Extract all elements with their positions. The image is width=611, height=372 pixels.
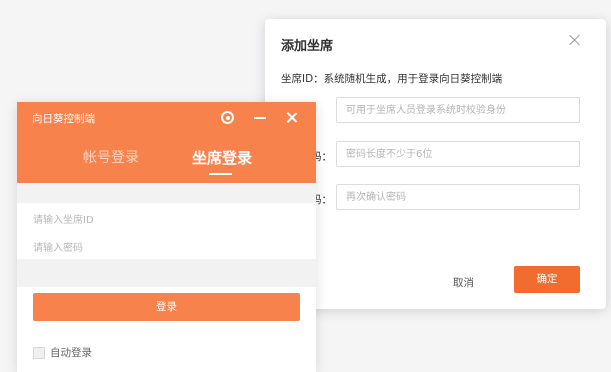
confirm-password-field[interactable]: 再次确认密码 xyxy=(336,184,580,210)
add-seat-dialog: 添加坐席 坐席ID：系统随机生成，用于登录向日葵控制端 可用于坐席人员登录系统时… xyxy=(265,19,606,309)
app-title: 向日葵控制端 xyxy=(32,113,95,125)
auto-login-checkbox[interactable] xyxy=(33,346,45,359)
login-header: 向日葵控制端 帐号登录 坐席登录 xyxy=(17,102,316,183)
gear-icon[interactable] xyxy=(221,111,234,124)
minimize-icon[interactable] xyxy=(254,111,266,124)
divider xyxy=(17,183,316,203)
login-button[interactable]: 登录 xyxy=(33,293,300,321)
seat-id-input[interactable]: 请输入坐席ID xyxy=(33,211,94,226)
identity-field[interactable]: 可用于坐席人员登录系统时校验身份 xyxy=(336,97,580,123)
login-window: 向日葵控制端 帐号登录 坐席登录 请输入坐席ID 请输入密码 登录 自动登录 xyxy=(17,102,316,372)
close-icon[interactable] xyxy=(568,33,582,47)
tab-seat-login[interactable]: 坐席登录 xyxy=(192,147,252,168)
dialog-title: 添加坐席 xyxy=(281,39,334,54)
password-field[interactable]: 密码长度不少于6位 xyxy=(336,141,580,167)
window-controls xyxy=(221,111,298,124)
tab-account-login[interactable]: 帐号登录 xyxy=(83,147,139,167)
auto-login-option[interactable]: 自动登录 xyxy=(33,345,92,360)
seat-id-hint: 坐席ID：系统随机生成，用于登录向日葵控制端 xyxy=(281,73,503,85)
divider xyxy=(17,259,316,287)
auto-login-label: 自动登录 xyxy=(50,347,92,359)
password-input[interactable]: 请输入密码 xyxy=(33,239,83,254)
active-tab-indicator xyxy=(209,173,232,175)
close-icon[interactable] xyxy=(286,111,298,124)
confirm-button[interactable]: 确定 xyxy=(514,266,580,293)
cancel-button[interactable]: 取消 xyxy=(453,275,474,290)
